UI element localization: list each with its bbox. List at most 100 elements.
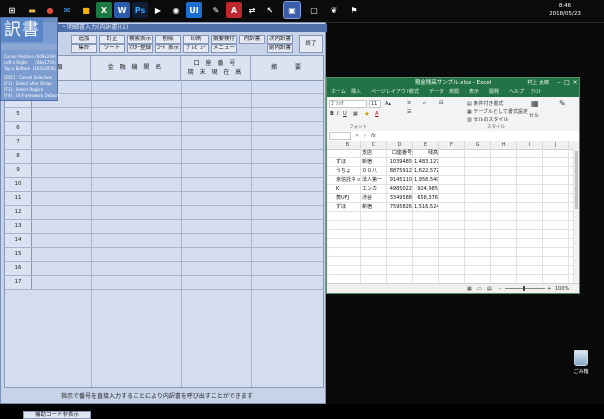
hide-aux-code-button[interactable]: 補助コード非表示 (23, 411, 91, 419)
ribbon-tab[interactable]: ページレイアウト (371, 89, 411, 96)
grid-row[interactable]: 13 (5, 220, 323, 234)
cancel-icon[interactable]: ✕ (355, 133, 359, 139)
grid-row[interactable]: 16 (5, 262, 323, 276)
sheet-cell[interactable]: 1,516,524 (414, 203, 438, 212)
sheet-cell[interactable]: 新宿 (362, 158, 386, 167)
fill-color-icon[interactable]: ◆ (365, 111, 369, 117)
column-header[interactable]: G (465, 141, 491, 149)
ui-app-icon[interactable]: UI (186, 2, 202, 18)
window-icon[interactable]: ▢ (306, 2, 322, 18)
camera-icon[interactable]: ◉ (168, 2, 184, 18)
sheet-cell[interactable]: 新宿 (362, 203, 386, 212)
network-icon[interactable]: ⇄ (244, 2, 260, 18)
sheet-cell[interactable]: 渋谷 (362, 194, 386, 203)
ribbon-tab[interactable]: 表示 (469, 89, 479, 96)
ribbon-tab[interactable]: 開発 (489, 89, 499, 96)
column-header[interactable]: F (439, 141, 465, 149)
word-icon[interactable]: W (114, 2, 130, 18)
grid-row[interactable]: 6 (5, 122, 323, 136)
minimize-icon[interactable]: – (555, 78, 563, 88)
edit-button[interactable]: 訂正 (99, 35, 125, 44)
grid-row[interactable]: 7 (5, 136, 323, 150)
explorer-icon[interactable]: ▬ (24, 2, 40, 18)
underline-button[interactable]: U (343, 111, 347, 117)
sheet-cell[interactable]: 4985022 (388, 185, 412, 194)
normal-view-icon[interactable]: ▦ (467, 286, 472, 292)
sheet-cell[interactable]: ずほ (336, 158, 360, 167)
leaf-icon[interactable]: ❦ (326, 2, 342, 18)
sheet-cell[interactable]: 658,376 (414, 194, 438, 203)
column-header[interactable]: C (361, 141, 387, 149)
font-grow-icon[interactable]: A▴ (385, 101, 391, 107)
align-left-icon[interactable]: ☰ (407, 109, 411, 115)
ribbon-tab[interactable]: データ (429, 89, 444, 96)
cells-icon[interactable]: ▦ (531, 100, 539, 108)
exit-button[interactable]: 終了 (299, 35, 323, 53)
sheet-cell[interactable]: 京信託ネット (336, 176, 360, 185)
sheet-cell[interactable]: 支店 (362, 149, 386, 158)
system-clock[interactable]: 8:46 2018/05/23 (540, 2, 590, 18)
ribbon-tab[interactable]: ヘルプ (509, 89, 524, 96)
ribbon-tab[interactable]: 校閲 (449, 89, 459, 96)
sheet-cell[interactable]: 菱UFJ (336, 194, 360, 203)
edit-icon[interactable]: ✎ (559, 100, 566, 108)
aggregate-button[interactable]: 集計 (71, 44, 97, 53)
cell-styles-button[interactable]: ▥ セルのスタイル (467, 117, 508, 123)
formula-input[interactable] (381, 132, 567, 140)
acrobat-icon[interactable]: A (226, 2, 242, 18)
code-display-button[interactable]: ｺｰﾄﾞ表示 (155, 44, 181, 53)
recycle-bin[interactable]: ごみ箱 (566, 350, 596, 375)
grid-row[interactable]: 14 (5, 234, 323, 248)
maximize-icon[interactable]: □ (563, 78, 571, 88)
vertical-scrollbar[interactable] (573, 149, 579, 283)
flag-icon[interactable]: ⚑ (346, 2, 362, 18)
sheet-cell[interactable]: ずほ (336, 203, 360, 212)
grid-row[interactable]: 10 (5, 178, 323, 192)
zoom-slider-thumb[interactable] (523, 286, 525, 291)
breakdown-button[interactable]: 内訳書 (239, 35, 265, 44)
grid-row[interactable]: 11 (5, 192, 323, 206)
italic-button[interactable]: I (337, 111, 338, 117)
start-menu-icon[interactable]: ⊞ (4, 2, 20, 18)
scroll-thumb[interactable] (575, 151, 578, 209)
name-box[interactable] (329, 132, 351, 140)
master-register-button[interactable]: ﾏｽﾀｰ登録 (127, 44, 153, 53)
font-name-select[interactable]: ｺﾞｼｯｸ (329, 100, 367, 108)
grid-row[interactable]: 15 (5, 248, 323, 262)
page-layout-icon[interactable]: ▭ (477, 286, 482, 292)
column-header[interactable]: J (543, 141, 569, 149)
sheet-cell[interactable]: 1,483,127 (414, 158, 438, 167)
grid-row[interactable]: 12 (5, 206, 323, 220)
cells-button[interactable]: セル (529, 113, 539, 119)
zoom-in-icon[interactable]: + (547, 286, 551, 292)
preview-button[interactable]: ﾌﾟﾚﾋﾞｭｰ (183, 44, 209, 53)
page-break-icon[interactable]: ▤ (487, 286, 492, 292)
zoom-slider[interactable] (505, 288, 545, 289)
enter-icon[interactable]: ✓ (363, 133, 367, 139)
column-header[interactable]: H (491, 141, 517, 149)
column-header[interactable]: E (413, 141, 439, 149)
font-color-button[interactable]: A (375, 111, 378, 117)
sheet-cell[interactable]: 1039485 (388, 158, 412, 167)
excel-icon[interactable]: X (96, 2, 112, 18)
menu-button[interactable]: メニュー (211, 44, 237, 53)
sheet-cell[interactable]: 3349588 (388, 194, 412, 203)
grid-row[interactable]: 9 (5, 164, 323, 178)
sheet-cell[interactable]: K (336, 185, 360, 194)
print-button[interactable]: 印刷 (183, 35, 209, 44)
ribbon-tab[interactable]: 数式 (409, 89, 419, 96)
sheet-cell[interactable]: 法人第一 (362, 176, 386, 185)
bold-button[interactable]: B (330, 111, 334, 117)
cursor-icon[interactable]: ↖ (262, 2, 278, 18)
grid-row[interactable]: 5 (5, 108, 323, 122)
photoshop-icon[interactable]: Ps (132, 2, 148, 18)
grid-row[interactable]: 17 (5, 276, 323, 290)
summary-search-button[interactable]: 摘要検付 (211, 35, 237, 44)
sheet-cell[interactable]: エンカ (362, 185, 386, 194)
sheet-cell[interactable]: 9145110 (388, 176, 412, 185)
sheet-cell[interactable]: 1,622,572 (414, 167, 438, 176)
border-icon[interactable]: ▦ (353, 111, 358, 117)
sort-button[interactable]: ソート (99, 44, 125, 53)
prev-breakdown-button[interactable]: 前内訳書 (267, 44, 293, 53)
next-breakdown-button[interactable]: 次内訳書 (267, 35, 293, 44)
